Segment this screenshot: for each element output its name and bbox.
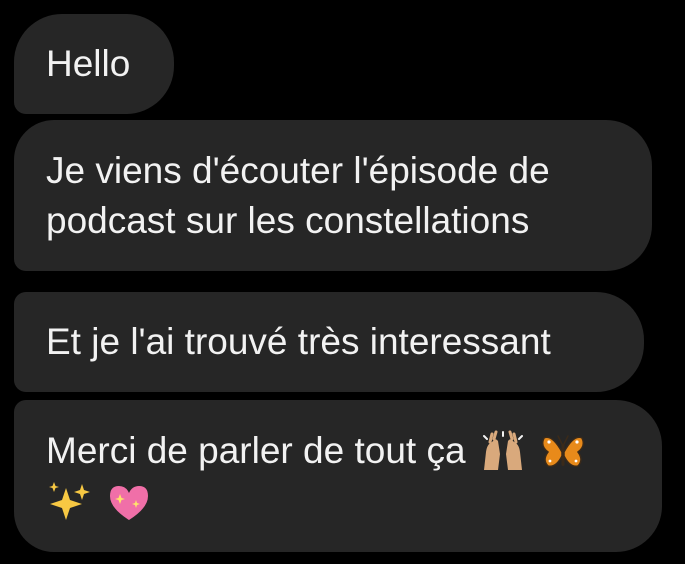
message-text: Merci de parler de tout ça — [46, 429, 466, 471]
message-line-2 — [46, 476, 586, 526]
message-content: Merci de parler de tout ça — [46, 426, 586, 526]
butterfly-icon — [540, 430, 586, 476]
message-text: Et je l'ai trouvé très interessant — [46, 321, 551, 362]
raising-hands-icon — [480, 430, 526, 476]
message-thread: Hello Je viens d'écouter l'épisode de po… — [0, 0, 685, 564]
message-bubble[interactable]: Et je l'ai trouvé très interessant — [14, 292, 644, 392]
message-bubble[interactable]: Je viens d'écouter l'épisode de podcast … — [14, 120, 652, 271]
sparkling-heart-icon — [106, 480, 152, 526]
sparkles-icon — [46, 480, 92, 526]
message-text: Je viens d'écouter l'épisode de podcast … — [46, 149, 560, 241]
message-text: Hello — [46, 43, 131, 84]
message-bubble[interactable]: Hello — [14, 14, 174, 114]
message-line-1: Merci de parler de tout ça — [46, 426, 586, 476]
message-bubble[interactable]: Merci de parler de tout ça — [14, 400, 662, 552]
